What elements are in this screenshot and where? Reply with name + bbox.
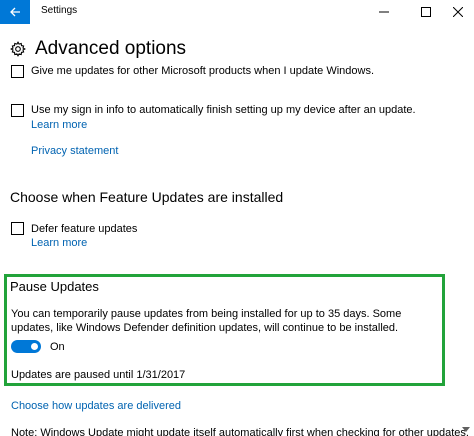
paused-until-status: Updates are paused until 1/31/2017	[11, 369, 186, 381]
toggle-knob	[31, 343, 38, 350]
toggle-state-label: On	[50, 341, 65, 353]
defer-feature-updates-label: Defer feature updates	[31, 223, 138, 235]
page-title: Advanced options	[35, 38, 187, 59]
feature-updates-heading: Choose when Feature Updates are installe…	[10, 189, 284, 205]
sign-in-learn-more-link[interactable]: Learn more	[31, 119, 87, 131]
scroll-down-button[interactable]	[462, 424, 470, 436]
feature-updates-learn-more-link[interactable]: Learn more	[31, 237, 87, 249]
gear-icon	[10, 41, 26, 57]
update-note: Note: Windows Update might update itself…	[11, 427, 469, 436]
page-header: Advanced options	[10, 38, 186, 60]
back-arrow-icon	[10, 7, 20, 17]
pause-updates-heading: Pause Updates	[10, 279, 99, 294]
sign-in-label: Use my sign in info to automatically fin…	[31, 104, 416, 116]
close-icon	[453, 7, 463, 17]
sign-in-checkbox[interactable]	[11, 104, 24, 117]
defer-feature-updates-checkbox[interactable]	[11, 222, 24, 235]
app-title: Settings	[41, 5, 78, 16]
close-button[interactable]	[442, 0, 474, 24]
pause-updates-toggle[interactable]	[11, 340, 41, 353]
chevron-down-icon	[462, 427, 470, 432]
minimize-icon	[379, 11, 389, 13]
delivery-options-link[interactable]: Choose how updates are delivered	[11, 400, 181, 412]
title-bar: Settings	[0, 0, 474, 24]
settings-window: Settings Advanced options Give me update…	[0, 0, 474, 436]
maximize-button[interactable]	[408, 0, 444, 24]
back-button[interactable]	[0, 0, 30, 24]
pause-updates-description: You can temporarily pause updates from b…	[11, 308, 402, 334]
maximize-icon	[421, 7, 431, 17]
privacy-statement-link[interactable]: Privacy statement	[31, 145, 118, 157]
other-products-label: Give me updates for other Microsoft prod…	[31, 65, 374, 77]
minimize-button[interactable]	[366, 0, 402, 24]
other-products-checkbox[interactable]	[11, 65, 24, 78]
